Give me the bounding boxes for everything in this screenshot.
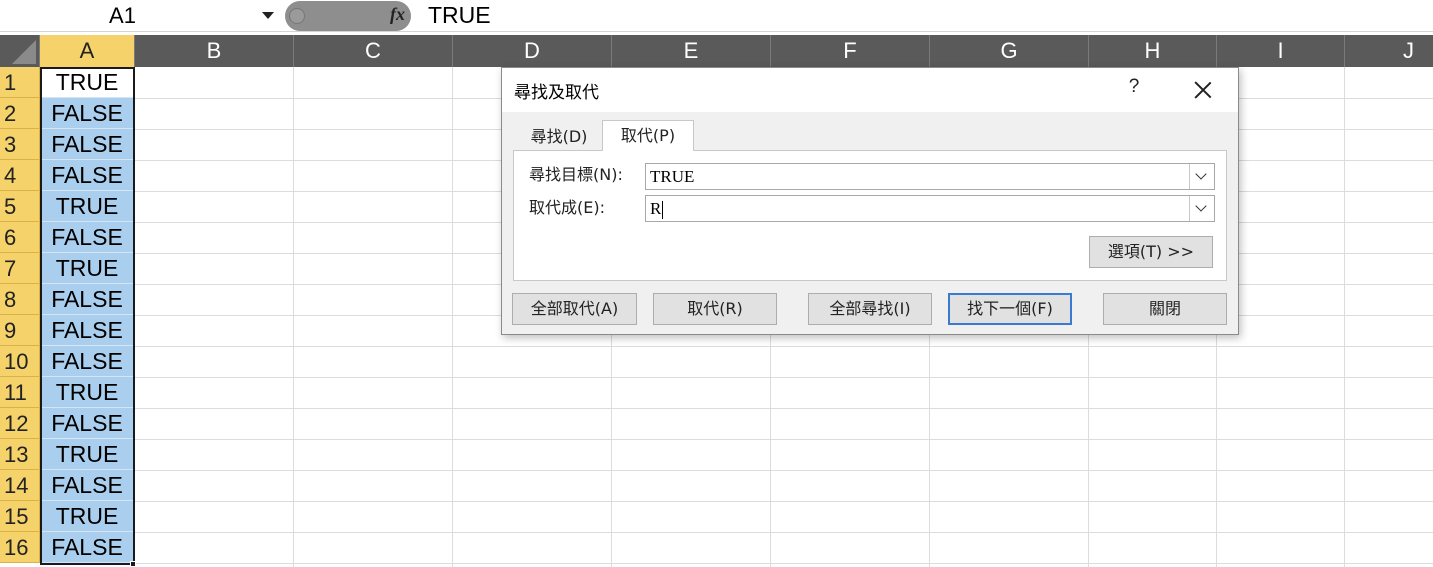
gridline	[135, 439, 1433, 440]
row-header[interactable]: 9	[0, 315, 40, 346]
chevron-down-icon[interactable]	[1189, 164, 1214, 189]
gridline	[135, 408, 1433, 409]
cell-a4[interactable]: FALSE	[40, 160, 134, 191]
select-all-icon	[12, 40, 36, 64]
cell-a3[interactable]: FALSE	[40, 129, 134, 160]
row-header[interactable]: 13	[0, 439, 40, 470]
gridline	[135, 377, 1433, 378]
row-header[interactable]: 10	[0, 346, 40, 377]
row-header[interactable]: 12	[0, 408, 40, 439]
gridline	[135, 563, 1433, 564]
row-header[interactable]: 3	[0, 129, 40, 160]
find-what-input[interactable]: TRUE	[650, 164, 694, 189]
column-header-f[interactable]: F	[771, 35, 930, 67]
cell-a1[interactable]: TRUE	[40, 67, 134, 98]
cell-a13[interactable]: TRUE	[40, 439, 134, 470]
chevron-down-icon[interactable]	[262, 12, 274, 19]
row-header[interactable]: 16	[0, 532, 40, 563]
replace-with-combo[interactable]: R	[645, 195, 1215, 222]
replace-tab-panel: 尋找目標(N): TRUE 取代成(E): R 選項(T) >>	[513, 150, 1227, 281]
formula-bar: A1 fx TRUE	[0, 0, 1433, 32]
gridline	[135, 470, 1433, 471]
find-what-label: 尋找目標(N):	[529, 165, 623, 184]
formula-input[interactable]: TRUE	[428, 0, 491, 31]
tab-find[interactable]: 尋找(D)	[516, 122, 602, 152]
cell-a5[interactable]: TRUE	[40, 191, 134, 222]
dialog-title: 尋找及取代	[514, 83, 599, 103]
replace-with-label: 取代成(E):	[529, 198, 605, 217]
find-replace-dialog: 尋找及取代 ? 尋找(D) 取代(P) 尋找目標(N): TRUE 取代成(E)…	[501, 67, 1239, 335]
cell-a7[interactable]: TRUE	[40, 253, 134, 284]
options-button[interactable]: 選項(T) >>	[1089, 236, 1213, 268]
tab-replace[interactable]: 取代(P)	[602, 120, 694, 151]
find-what-combo[interactable]: TRUE	[645, 163, 1215, 190]
cell-a10[interactable]: FALSE	[40, 346, 134, 377]
name-box[interactable]: A1	[0, 0, 284, 31]
select-all-corner[interactable]	[0, 35, 40, 67]
help-button[interactable]: ?	[1122, 76, 1146, 102]
replace-with-input[interactable]: R	[650, 196, 664, 221]
column-header-j[interactable]: J	[1345, 35, 1433, 67]
row-header[interactable]: 11	[0, 377, 40, 408]
cell-a15[interactable]: TRUE	[40, 501, 134, 532]
column-header-c[interactable]: C	[294, 35, 453, 67]
chevron-down-icon[interactable]	[1189, 196, 1214, 221]
cell-a6[interactable]: FALSE	[40, 222, 134, 253]
column-header-row: A B C D E F G H I J	[0, 35, 1433, 67]
gridline	[135, 532, 1433, 533]
name-box-value[interactable]: A1	[0, 0, 245, 31]
close-icon[interactable]	[1188, 75, 1218, 105]
row-header[interactable]: 6	[0, 222, 40, 253]
row-header[interactable]: 1	[0, 67, 40, 98]
row-header[interactable]: 2	[0, 98, 40, 129]
cell-a8[interactable]: FALSE	[40, 284, 134, 315]
gridline	[293, 67, 294, 567]
column-header-g[interactable]: G	[930, 35, 1089, 67]
column-header-i[interactable]: I	[1217, 35, 1345, 67]
row-header[interactable]: 7	[0, 253, 40, 284]
toggle-knob-icon	[289, 8, 305, 24]
gridline	[134, 67, 135, 567]
fill-handle[interactable]	[130, 561, 136, 567]
close-button[interactable]: 關閉	[1103, 293, 1227, 325]
row-header[interactable]: 8	[0, 284, 40, 315]
gridline	[1344, 67, 1345, 567]
gridline	[135, 346, 1433, 347]
row-header[interactable]: 5	[0, 191, 40, 222]
cell-a2[interactable]: FALSE	[40, 98, 134, 129]
replace-with-value: R	[650, 199, 662, 218]
text-caret	[662, 201, 664, 220]
cell-a16[interactable]: FALSE	[40, 532, 134, 563]
row-header[interactable]: 14	[0, 470, 40, 501]
row-header[interactable]: 15	[0, 501, 40, 532]
replace-button[interactable]: 取代(R)	[653, 293, 777, 325]
cell-a9[interactable]: FALSE	[40, 315, 134, 346]
column-header-e[interactable]: E	[612, 35, 771, 67]
formula-bar-controls: fx	[285, 1, 411, 31]
replace-all-button[interactable]: 全部取代(A)	[512, 293, 637, 325]
column-header-d[interactable]: D	[453, 35, 612, 67]
column-header-h[interactable]: H	[1089, 35, 1217, 67]
cell-a14[interactable]: FALSE	[40, 470, 134, 501]
gridline	[135, 501, 1433, 502]
insert-function-icon[interactable]: fx	[390, 4, 405, 25]
cell-a12[interactable]: FALSE	[40, 408, 134, 439]
find-next-button[interactable]: 找下一個(F)	[948, 293, 1072, 325]
column-header-a[interactable]: A	[40, 35, 135, 67]
cell-a11[interactable]: TRUE	[40, 377, 134, 408]
find-all-button[interactable]: 全部尋找(I)	[808, 293, 932, 325]
gridline	[452, 67, 453, 567]
dialog-titlebar[interactable]: 尋找及取代 ?	[502, 68, 1238, 112]
column-header-b[interactable]: B	[135, 35, 294, 67]
row-header[interactable]: 4	[0, 160, 40, 191]
